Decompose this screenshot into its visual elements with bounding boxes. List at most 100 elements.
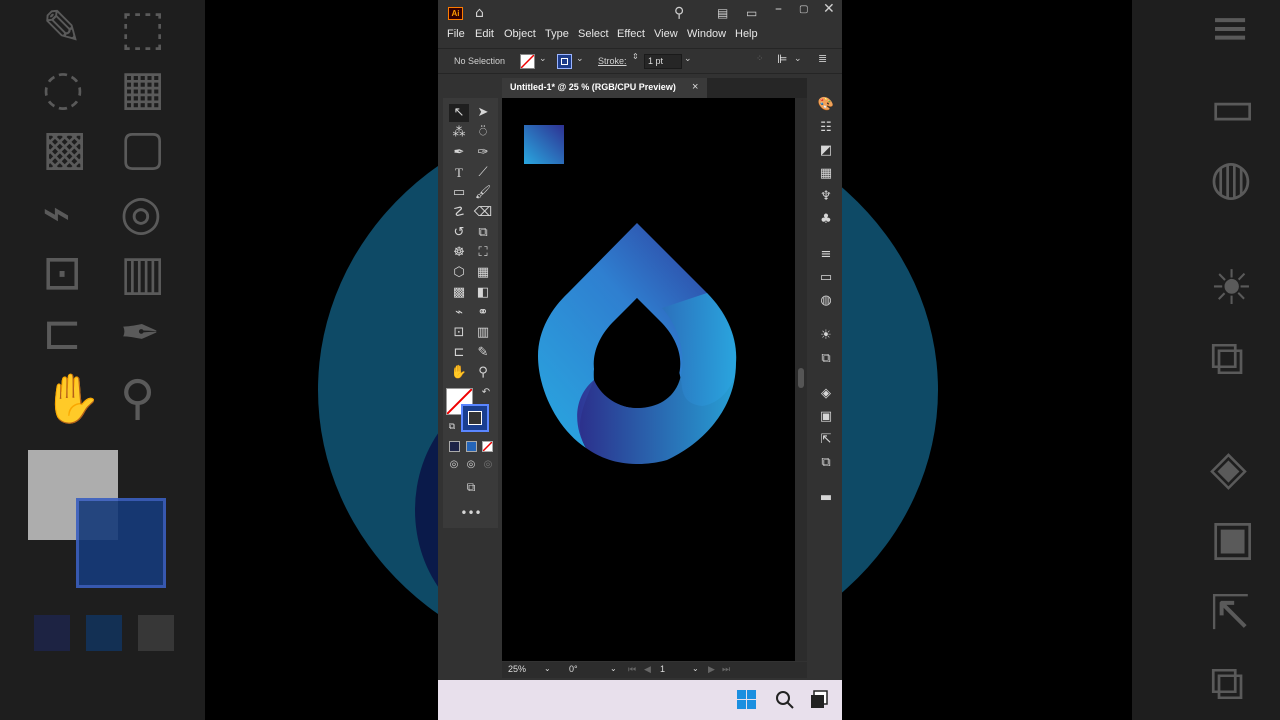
color-mode-button[interactable] — [449, 441, 460, 452]
asset-export-icon[interactable]: ⇱ — [816, 431, 836, 449]
menu-edit[interactable]: Edit — [475, 28, 494, 40]
swatches-panel-icon[interactable]: ▦ — [816, 165, 836, 183]
next-artboard-icon[interactable]: ▶ — [708, 664, 715, 675]
color-panel-icon[interactable]: 🎨 — [816, 96, 836, 114]
task-view-icon[interactable] — [810, 690, 829, 709]
pen-tool-icon[interactable]: ✒ — [449, 144, 469, 162]
artboard-tool-icon[interactable]: ⊏ — [449, 344, 469, 362]
close-icon[interactable]: ✕ — [823, 0, 835, 18]
artboard-canvas[interactable] — [502, 98, 795, 661]
stroke-stepper-icon[interactable]: ⇕ — [632, 52, 639, 61]
document-tab[interactable]: Untitled-1* @ 25 % (RGB/CPU Preview) — [502, 78, 707, 98]
properties-dropdown-icon[interactable]: ⌄ — [794, 54, 802, 64]
mesh-tool-icon[interactable]: ▩ — [449, 284, 469, 302]
gradient-panel-icon[interactable]: ▭ — [816, 269, 836, 287]
vertical-scrollbar[interactable] — [795, 98, 807, 661]
rotate-tool-icon[interactable]: ↺ — [449, 224, 469, 242]
paintbrush-tool-icon[interactable]: 🖌 — [473, 184, 493, 202]
lasso-tool-icon[interactable]: ⍥ — [473, 124, 493, 142]
first-artboard-icon[interactable]: ⏮ — [628, 664, 636, 675]
tab-close-icon[interactable]: × — [692, 81, 698, 93]
scroll-thumb[interactable] — [798, 368, 804, 388]
minimize-icon[interactable]: – — [775, 0, 782, 18]
stroke-dropdown-icon[interactable]: ⌄ — [576, 54, 584, 64]
blend-tool-icon[interactable]: ⚭ — [473, 304, 493, 322]
scale-tool-icon[interactable]: ⧉ — [473, 224, 493, 242]
stroke-color-swatch[interactable] — [557, 54, 572, 69]
artboard-number[interactable]: 1 — [660, 664, 665, 674]
home-icon[interactable]: ⌂ — [475, 4, 484, 22]
menu-window[interactable]: Window — [687, 28, 726, 40]
slice-tool-icon[interactable]: ✎ — [473, 344, 493, 362]
artboard-dropdown-icon[interactable]: ⌄ — [692, 664, 699, 673]
properties-panel-icon[interactable]: ☷ — [816, 119, 836, 137]
draw-normal-icon[interactable]: ◎ — [447, 456, 461, 474]
graph-tool-icon[interactable]: ▥ — [473, 324, 493, 342]
color-guide-icon[interactable]: ◩ — [816, 142, 836, 160]
graphic-styles-icon[interactable]: ⧉ — [816, 350, 836, 368]
shape-builder-tool-icon[interactable]: ⬡ — [449, 264, 469, 282]
draw-inside-icon[interactable]: ◎ — [481, 456, 495, 474]
appearance-panel-icon[interactable]: ☀ — [816, 327, 836, 345]
artboards-panel-icon[interactable]: ▣ — [816, 408, 836, 426]
swap-fill-stroke-icon[interactable]: ↶ — [479, 384, 493, 402]
menu-view[interactable]: View — [654, 28, 678, 40]
gradient-tool-icon[interactable]: ◧ — [473, 284, 493, 302]
free-transform-tool-icon[interactable]: ⛶ — [473, 244, 493, 262]
line-tool-icon[interactable]: ⟋ — [473, 164, 493, 182]
stroke-label[interactable]: Stroke: — [598, 56, 627, 66]
default-fill-stroke-icon[interactable]: ⧉ — [445, 418, 459, 436]
zoom-tool-icon[interactable]: ⚲ — [473, 364, 493, 382]
shaper-tool-icon[interactable]: ☡ — [449, 204, 469, 222]
hand-tool-icon[interactable]: ✋ — [449, 364, 469, 382]
curvature-tool-icon[interactable]: ✑ — [473, 144, 493, 162]
fill-color-swatch[interactable] — [520, 54, 535, 69]
zoom-dropdown-icon[interactable]: ⌄ — [544, 664, 551, 673]
transparency-panel-icon[interactable]: ◍ — [816, 292, 836, 310]
menu-file[interactable]: File — [447, 28, 465, 40]
type-tool-icon[interactable]: T — [449, 164, 469, 182]
layers-panel-icon[interactable]: ◈ — [816, 385, 836, 403]
stroke-swatch[interactable] — [461, 404, 489, 432]
fill-dropdown-icon[interactable]: ⌄ — [539, 54, 547, 64]
stroke-panel-icon[interactable]: ≡ — [816, 246, 836, 264]
screen-mode-icon[interactable]: ⧉ — [460, 478, 482, 496]
eraser-tool-icon[interactable]: ⌫ — [473, 204, 493, 222]
perspective-grid-tool-icon[interactable]: ▦ — [473, 264, 493, 282]
magic-wand-tool-icon[interactable]: ⁂ — [449, 124, 469, 142]
menu-effect[interactable]: Effect — [617, 28, 645, 40]
stroke-weight-field[interactable]: 1 pt — [644, 54, 682, 69]
gradient-mode-button[interactable] — [466, 441, 477, 452]
taskbar-search-icon[interactable] — [775, 690, 794, 709]
align-icon[interactable]: ⁘ — [756, 54, 764, 64]
rotation-angle[interactable]: 0° — [569, 664, 578, 674]
symbol-sprayer-tool-icon[interactable]: ⊡ — [449, 324, 469, 342]
maximize-icon[interactable]: ▢ — [799, 1, 808, 19]
last-artboard-icon[interactable]: ⏭ — [722, 664, 730, 675]
menu-type[interactable]: Type — [545, 28, 569, 40]
none-mode-button[interactable] — [482, 441, 493, 452]
windows-start-icon[interactable] — [737, 690, 756, 709]
workspace-icon[interactable]: ▭ — [746, 4, 757, 22]
eyedropper-tool-icon[interactable]: ⌁ — [449, 304, 469, 322]
properties-icon[interactable]: ⊫ — [777, 52, 787, 66]
warp-tool-icon[interactable]: ☸ — [449, 244, 469, 262]
edit-toolbar-icon[interactable]: ••• — [460, 504, 482, 522]
comments-panel-icon[interactable]: ▬ — [816, 489, 836, 507]
search-icon[interactable]: ⚲ — [674, 4, 684, 22]
direct-selection-tool-icon[interactable]: ➤ — [473, 104, 493, 122]
rectangle-tool-icon[interactable]: ▭ — [449, 184, 469, 202]
rotation-dropdown-icon[interactable]: ⌄ — [610, 664, 617, 673]
draw-behind-icon[interactable]: ◎ — [464, 456, 478, 474]
menu-help[interactable]: Help — [735, 28, 758, 40]
menu-select[interactable]: Select — [578, 28, 609, 40]
zoom-level[interactable]: 25% — [508, 664, 526, 674]
selection-tool-icon[interactable]: ↖ — [449, 104, 469, 122]
links-panel-icon[interactable]: ⧉ — [816, 454, 836, 472]
stroke-weight-dropdown-icon[interactable]: ⌄ — [684, 54, 692, 64]
arrange-documents-icon[interactable]: ▤ — [717, 4, 728, 22]
panel-menu-icon[interactable]: ≣ — [818, 52, 827, 65]
previous-artboard-icon[interactable]: ◀ — [644, 664, 651, 675]
symbols-panel-icon[interactable]: ♣ — [816, 211, 836, 229]
menu-object[interactable]: Object — [504, 28, 536, 40]
